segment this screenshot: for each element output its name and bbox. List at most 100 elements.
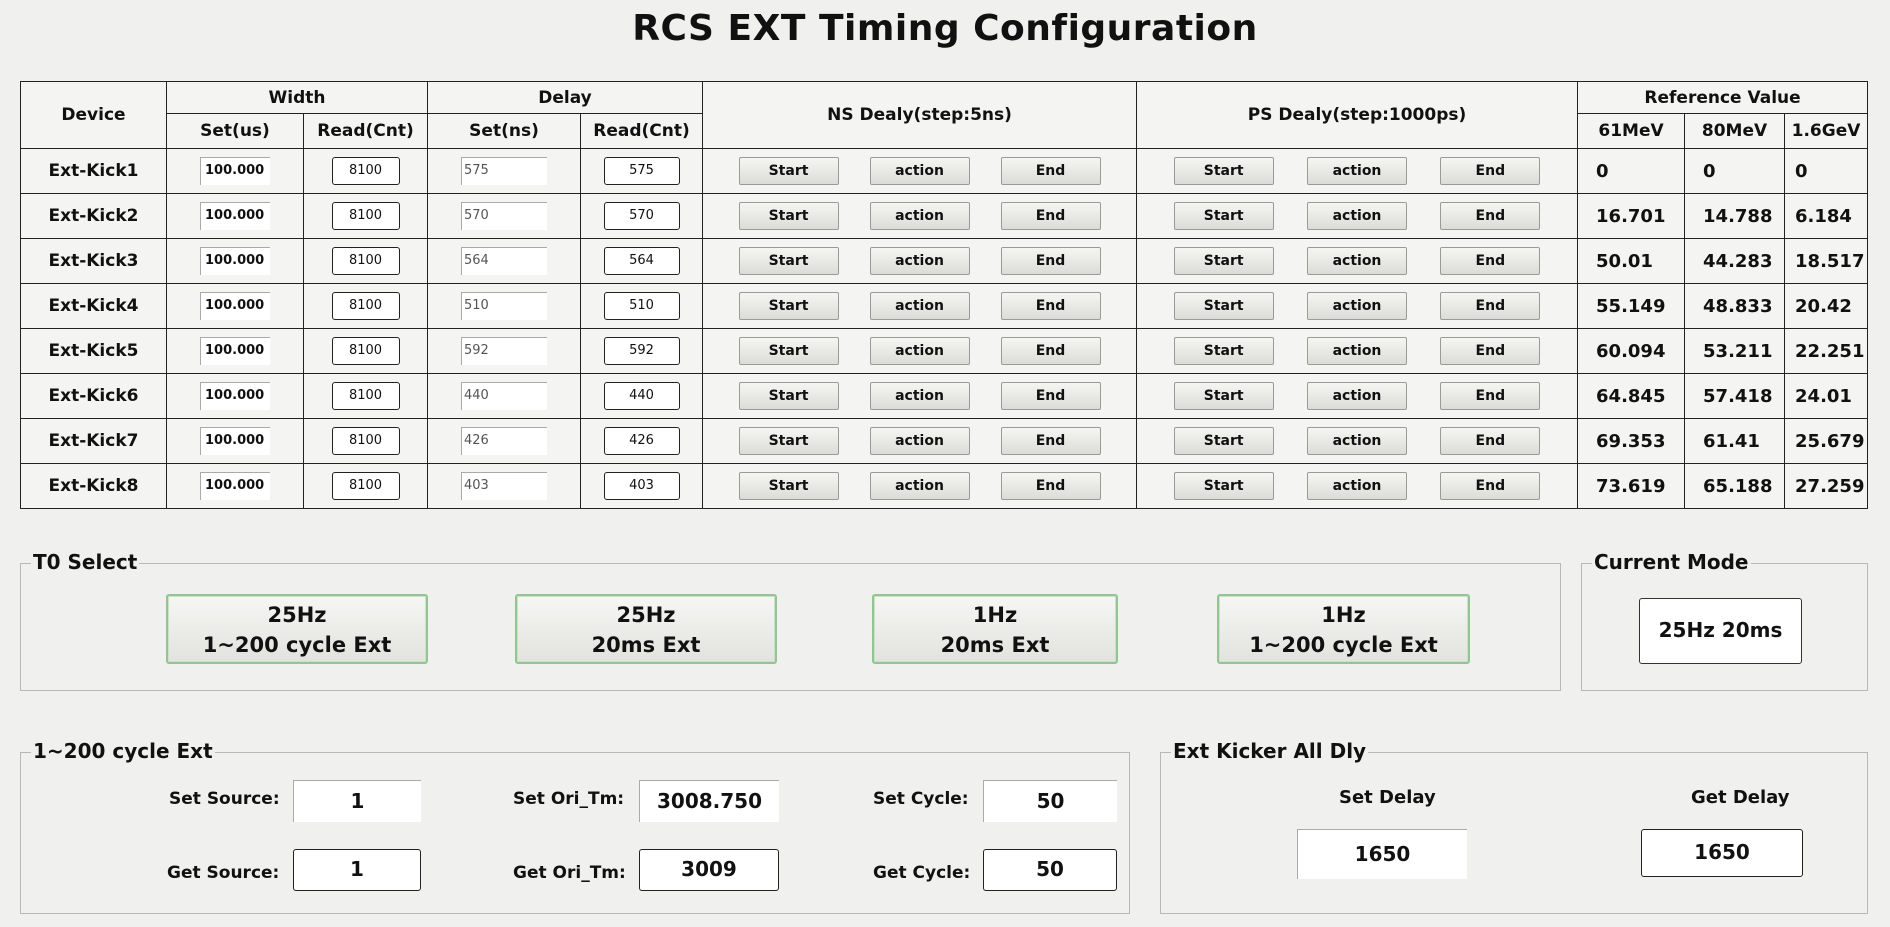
ref-1-6gev-value: 24.01 bbox=[1784, 373, 1869, 419]
ns-delay-start-button[interactable]: Start bbox=[738, 472, 839, 500]
get-delay-value: 1650 bbox=[1641, 829, 1803, 877]
set-ori-tm-input[interactable]: 3008.750 bbox=[639, 780, 779, 822]
ns-delay-end-button[interactable]: End bbox=[1000, 472, 1101, 500]
ps-delay-start-button[interactable]: Start bbox=[1173, 247, 1274, 275]
set-cycle-label: Set Cycle: bbox=[873, 789, 969, 809]
ps-delay-end-button[interactable]: End bbox=[1440, 292, 1541, 320]
ns-delay-cell: Start action End bbox=[702, 463, 1138, 509]
ps-delay-button-group: Start action End bbox=[1138, 292, 1577, 320]
t0-button-line1: 1Hz bbox=[972, 603, 1018, 627]
header-width-read: Read(Cnt) bbox=[302, 113, 429, 149]
header-delay-set: Set(ns) bbox=[427, 113, 582, 149]
ns-delay-start-button[interactable]: Start bbox=[738, 157, 839, 185]
device-name: Ext-Kick1 bbox=[20, 148, 167, 194]
ns-delay-action-button[interactable]: action bbox=[869, 157, 970, 185]
t0-1hz-20ms-ext-button[interactable]: 1Hz 20ms Ext bbox=[872, 594, 1118, 664]
ps-delay-start-button[interactable]: Start bbox=[1173, 157, 1274, 185]
ns-delay-end-button[interactable]: End bbox=[1000, 337, 1101, 365]
delay-set-input[interactable]: 575 bbox=[461, 157, 548, 185]
delay-set-input[interactable]: 510 bbox=[461, 292, 548, 320]
ns-delay-start-button[interactable]: Start bbox=[738, 382, 839, 410]
set-delay-input[interactable]: 1650 bbox=[1297, 829, 1467, 879]
ps-delay-action-button[interactable]: action bbox=[1307, 202, 1407, 230]
width-set-input[interactable]: 100.000 bbox=[200, 292, 270, 320]
t0-25hz-20ms-ext-button[interactable]: 25Hz 20ms Ext bbox=[515, 594, 777, 664]
ref-61mev-value: 60.094 bbox=[1577, 328, 1686, 374]
ps-delay-end-button[interactable]: End bbox=[1440, 337, 1541, 365]
ps-delay-start-button[interactable]: Start bbox=[1173, 427, 1274, 455]
width-set-input[interactable]: 100.000 bbox=[200, 157, 270, 185]
delay-set-input[interactable]: 592 bbox=[461, 337, 548, 365]
ps-delay-end-button[interactable]: End bbox=[1440, 247, 1541, 275]
ns-delay-start-button[interactable]: Start bbox=[738, 202, 839, 230]
ps-delay-action-button[interactable]: action bbox=[1307, 382, 1407, 410]
ns-delay-start-button[interactable]: Start bbox=[738, 247, 839, 275]
table-row: Ext-Kick6 100.000 8100 440 440 Start action End… bbox=[20, 373, 1869, 419]
ns-delay-end-button[interactable]: End bbox=[1000, 202, 1101, 230]
ps-delay-end-button[interactable]: End bbox=[1440, 427, 1541, 455]
ref-1-6gev-value: 27.259 bbox=[1784, 463, 1869, 509]
set-source-input[interactable]: 1 bbox=[293, 780, 421, 822]
ps-delay-end-button[interactable]: End bbox=[1440, 382, 1541, 410]
ns-delay-end-button[interactable]: End bbox=[1000, 247, 1101, 275]
ps-delay-start-button[interactable]: Start bbox=[1173, 382, 1274, 410]
t0-25hz-cycle-ext-button[interactable]: 25Hz 1~200 cycle Ext bbox=[166, 594, 428, 664]
ref-80mev-value: 14.788 bbox=[1684, 193, 1786, 239]
width-set-input[interactable]: 100.000 bbox=[200, 202, 270, 230]
delay-set-input[interactable]: 403 bbox=[461, 472, 548, 500]
ps-delay-action-button[interactable]: action bbox=[1307, 427, 1407, 455]
ref-1-6gev-value: 6.184 bbox=[1784, 193, 1869, 239]
ns-delay-action-button[interactable]: action bbox=[869, 202, 970, 230]
ps-delay-start-button[interactable]: Start bbox=[1173, 337, 1274, 365]
delay-set-input[interactable]: 570 bbox=[461, 202, 548, 230]
width-set-input[interactable]: 100.000 bbox=[200, 247, 270, 275]
delay-set-input[interactable]: 426 bbox=[461, 427, 548, 455]
ns-delay-end-button[interactable]: End bbox=[1000, 157, 1101, 185]
width-set-cell: 100.000 bbox=[166, 148, 304, 194]
ps-delay-action-button[interactable]: action bbox=[1307, 472, 1407, 500]
width-read-cell: 8100 bbox=[302, 193, 429, 239]
t0-1hz-cycle-ext-button[interactable]: 1Hz 1~200 cycle Ext bbox=[1217, 594, 1470, 664]
width-set-input[interactable]: 100.000 bbox=[200, 472, 270, 500]
ps-delay-end-button[interactable]: End bbox=[1440, 202, 1541, 230]
get-ori-tm-value: 3009 bbox=[639, 849, 779, 891]
ps-delay-action-button[interactable]: action bbox=[1307, 247, 1407, 275]
ps-delay-action-button[interactable]: action bbox=[1307, 292, 1407, 320]
ns-delay-end-button[interactable]: End bbox=[1000, 427, 1101, 455]
ns-delay-cell: Start action End bbox=[702, 283, 1138, 329]
ns-delay-action-button[interactable]: action bbox=[869, 472, 970, 500]
ps-delay-end-button[interactable]: End bbox=[1440, 472, 1541, 500]
ns-delay-action-button[interactable]: action bbox=[869, 382, 970, 410]
ns-delay-action-button[interactable]: action bbox=[869, 427, 970, 455]
ns-delay-button-group: Start action End bbox=[704, 157, 1136, 185]
ns-delay-end-button[interactable]: End bbox=[1000, 382, 1101, 410]
width-set-input[interactable]: 100.000 bbox=[200, 337, 270, 365]
ns-delay-button-group: Start action End bbox=[704, 292, 1136, 320]
delay-set-input[interactable]: 440 bbox=[461, 382, 548, 410]
ps-delay-cell: Start action End bbox=[1136, 238, 1579, 284]
t0-select-group: T0 Select 25Hz 1~200 cycle Ext 25Hz 20ms… bbox=[20, 550, 1561, 691]
ps-delay-start-button[interactable]: Start bbox=[1173, 292, 1274, 320]
ps-delay-end-button[interactable]: End bbox=[1440, 157, 1541, 185]
ns-delay-action-button[interactable]: action bbox=[869, 337, 970, 365]
width-set-input[interactable]: 100.000 bbox=[200, 427, 270, 455]
delay-set-input[interactable]: 564 bbox=[461, 247, 548, 275]
ns-delay-action-button[interactable]: action bbox=[869, 292, 970, 320]
ps-delay-cell: Start action End bbox=[1136, 193, 1579, 239]
width-read-value: 8100 bbox=[331, 472, 400, 500]
ps-delay-start-button[interactable]: Start bbox=[1173, 202, 1274, 230]
ps-delay-start-button[interactable]: Start bbox=[1173, 472, 1274, 500]
ns-delay-end-button[interactable]: End bbox=[1000, 292, 1101, 320]
width-set-input[interactable]: 100.000 bbox=[200, 382, 270, 410]
ps-delay-button-group: Start action End bbox=[1138, 382, 1577, 410]
t0-button-line2: 20ms Ext bbox=[591, 633, 701, 657]
ns-delay-start-button[interactable]: Start bbox=[738, 337, 839, 365]
ps-delay-action-button[interactable]: action bbox=[1307, 337, 1407, 365]
ns-delay-start-button[interactable]: Start bbox=[738, 292, 839, 320]
ps-delay-action-button[interactable]: action bbox=[1307, 157, 1407, 185]
ns-delay-start-button[interactable]: Start bbox=[738, 427, 839, 455]
delay-set-cell: 440 bbox=[427, 373, 582, 419]
ns-delay-action-button[interactable]: action bbox=[869, 247, 970, 275]
set-cycle-input[interactable]: 50 bbox=[983, 780, 1117, 822]
header-width-set: Set(us) bbox=[166, 113, 304, 149]
